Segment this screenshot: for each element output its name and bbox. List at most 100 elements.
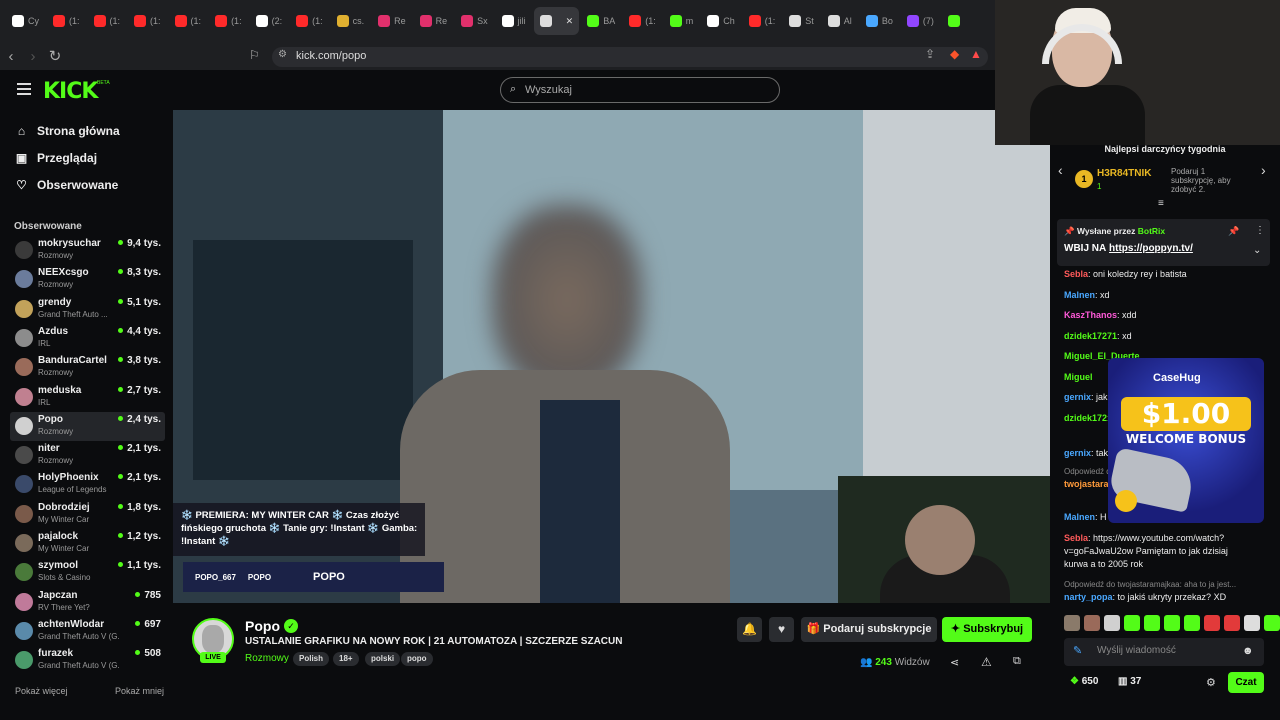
- browser-tab[interactable]: BA: [581, 7, 621, 35]
- browser-tab[interactable]: Al: [822, 7, 858, 35]
- kick-logo[interactable]: KICK: [43, 79, 98, 104]
- emote-icon[interactable]: [1144, 615, 1160, 631]
- emote-icon[interactable]: [1164, 615, 1180, 631]
- chat-username[interactable]: Sebla: [1064, 269, 1088, 279]
- browser-tab[interactable]: Ch: [701, 7, 741, 35]
- prev-arrow-icon[interactable]: ‹: [1058, 162, 1063, 178]
- emote-icon[interactable]: [1224, 615, 1240, 631]
- chat-username[interactable]: gernix: [1064, 392, 1091, 402]
- tag[interactable]: 18+: [333, 652, 359, 666]
- chat-username[interactable]: gernix: [1064, 448, 1091, 458]
- bookmark-icon[interactable]: ⚐: [249, 48, 260, 62]
- followed-channel-dobrodziej[interactable]: Dobrodziej My Winter Car 1,8 tys.: [10, 500, 165, 529]
- browser-tab[interactable]: (1:: [743, 7, 782, 35]
- emote-icon[interactable]: [1264, 615, 1280, 631]
- browser-tab[interactable]: Sx: [455, 7, 494, 35]
- tag[interactable]: popo: [401, 652, 433, 666]
- browser-tab[interactable]: ✕: [533, 7, 580, 35]
- channel-name[interactable]: Popo: [245, 618, 280, 634]
- browser-tab[interactable]: (1:: [169, 7, 208, 35]
- chat-username[interactable]: narty_popa: [1064, 592, 1113, 602]
- send-chat-button[interactable]: Czat: [1228, 672, 1264, 693]
- browser-tab[interactable]: m: [664, 7, 700, 35]
- collapse-icon[interactable]: ≡: [1158, 198, 1164, 209]
- followed-channel-azdus[interactable]: Azdus IRL 4,4 tys.: [10, 324, 165, 353]
- browser-tab[interactable]: (1:: [209, 7, 248, 35]
- forward-icon[interactable]: ›: [22, 48, 44, 65]
- site-settings-icon[interactable]: ⚙: [278, 49, 287, 60]
- chat-username[interactable]: Malnen: [1064, 512, 1095, 522]
- follow-button[interactable]: ♥: [769, 617, 794, 642]
- chat-username[interactable]: dzidek172: [1064, 413, 1107, 423]
- subscribe-button[interactable]: ✦ Subskrybuj: [942, 617, 1032, 642]
- tag[interactable]: polski: [365, 652, 401, 666]
- followed-channel-grendy[interactable]: grendy Grand Theft Auto ... 5,1 tys.: [10, 295, 165, 324]
- more-icon[interactable]: ⋮: [1255, 225, 1265, 236]
- pinned-from-user[interactable]: BotRix: [1138, 226, 1165, 236]
- followed-channel-popo[interactable]: Popo Rozmowy 2,4 tys.: [10, 411, 165, 441]
- chevron-down-icon[interactable]: ⌄: [1253, 245, 1261, 256]
- nav-browse[interactable]: ▣ Przeglądaj: [15, 151, 97, 165]
- top-gifter-name[interactable]: H3R84TNIK: [1097, 168, 1151, 179]
- followed-channel-szymool[interactable]: szymool Slots & Casino 1,1 tys.: [10, 558, 165, 587]
- followed-channel-niter[interactable]: niter Rozmowy 2,1 tys.: [10, 441, 165, 470]
- chat-username[interactable]: KaszThanos: [1064, 310, 1117, 320]
- browser-tab[interactable]: jili: [496, 7, 532, 35]
- emoji-icon[interactable]: ☻: [1242, 645, 1254, 657]
- browser-tab[interactable]: cs.: [331, 7, 371, 35]
- browser-tab[interactable]: Re: [372, 7, 412, 35]
- browser-tab[interactable]: (1:: [47, 7, 86, 35]
- chat-username[interactable]: Miguel: [1064, 372, 1093, 382]
- back-icon[interactable]: ‹: [0, 48, 22, 65]
- stream-category[interactable]: Rozmowy: [245, 653, 289, 664]
- followed-channel-achtenwlodar[interactable]: achtenWlodar Grand Theft Auto V (G... 697: [10, 617, 165, 646]
- emote-icon[interactable]: [1064, 615, 1080, 631]
- browser-tab[interactable]: (7): [901, 7, 940, 35]
- chat-username[interactable]: dzidek17271: [1064, 331, 1117, 341]
- followed-channel-pajalock[interactable]: pajalock My Winter Car 1,2 tys.: [10, 529, 165, 558]
- followed-channel-japczan[interactable]: Japczan RV There Yet? 785: [10, 588, 165, 617]
- nav-home[interactable]: ⌂ Strona główna: [15, 124, 120, 138]
- emote-icon[interactable]: [1184, 615, 1200, 631]
- browser-tab[interactable]: (1:: [88, 7, 127, 35]
- browser-tab[interactable]: Cy: [6, 7, 45, 35]
- browser-tab[interactable]: [942, 7, 974, 35]
- store-points[interactable]: ▥ 37: [1118, 676, 1141, 687]
- emote-icon[interactable]: [1204, 615, 1220, 631]
- report-icon[interactable]: ⚠: [981, 655, 992, 669]
- brave-shield-icon[interactable]: ◆: [950, 47, 959, 61]
- pinned-link[interactable]: https://poppyn.tv/: [1109, 243, 1193, 254]
- browser-tab[interactable]: Bo: [860, 7, 899, 35]
- browser-tab[interactable]: (1:: [290, 7, 329, 35]
- followed-channel-meduska[interactable]: meduska IRL 2,7 tys.: [10, 383, 165, 412]
- chat-input[interactable]: Wyślij wiadomość: [1064, 638, 1264, 666]
- rewards-icon[interactable]: ▲: [970, 47, 982, 61]
- next-arrow-icon[interactable]: ›: [1261, 162, 1266, 178]
- reload-icon[interactable]: ↻: [44, 47, 66, 65]
- followed-channel-banduracartel[interactable]: BanduraCartel Rozmowy 3,8 tys.: [10, 353, 165, 382]
- menu-icon[interactable]: [17, 83, 31, 95]
- followed-channel-mokrysuchar[interactable]: mokrysuchar Rozmowy 9,4 tys.: [10, 236, 165, 265]
- emote-icon[interactable]: [1104, 615, 1120, 631]
- emote-icon[interactable]: [1124, 615, 1140, 631]
- gift-sub-button[interactable]: 🎁 Podaruj subskrypcje: [801, 617, 937, 642]
- browser-tab[interactable]: St: [783, 7, 820, 35]
- channel-points[interactable]: ❖ 650: [1070, 676, 1098, 687]
- followed-channel-holyphoenix[interactable]: HolyPhoenix League of Legends 2,1 tys.: [10, 470, 165, 499]
- browser-tab[interactable]: (1:: [128, 7, 167, 35]
- notification-bell-button[interactable]: 🔔: [737, 617, 762, 642]
- address-field[interactable]: kick.com/popo: [272, 47, 988, 67]
- kick-emote-icon[interactable]: ✎: [1073, 644, 1082, 657]
- tag[interactable]: Polish: [293, 652, 330, 666]
- emote-icon[interactable]: [1244, 615, 1260, 631]
- close-icon[interactable]: ✕: [566, 16, 574, 27]
- browser-tab[interactable]: Re: [414, 7, 454, 35]
- browser-tab[interactable]: (2:: [250, 7, 289, 35]
- pin-toggle-icon[interactable]: 📌: [1228, 226, 1239, 237]
- settings-icon[interactable]: ⚙: [1206, 676, 1216, 689]
- emote-icon[interactable]: [1084, 615, 1100, 631]
- followed-channel-neexcsgo[interactable]: NEEXcsgo Rozmowy 8,3 tys.: [10, 265, 165, 294]
- share-icon[interactable]: ⇪: [925, 47, 935, 61]
- browser-tab[interactable]: (1:: [623, 7, 662, 35]
- chat-username[interactable]: Sebla: [1064, 533, 1088, 543]
